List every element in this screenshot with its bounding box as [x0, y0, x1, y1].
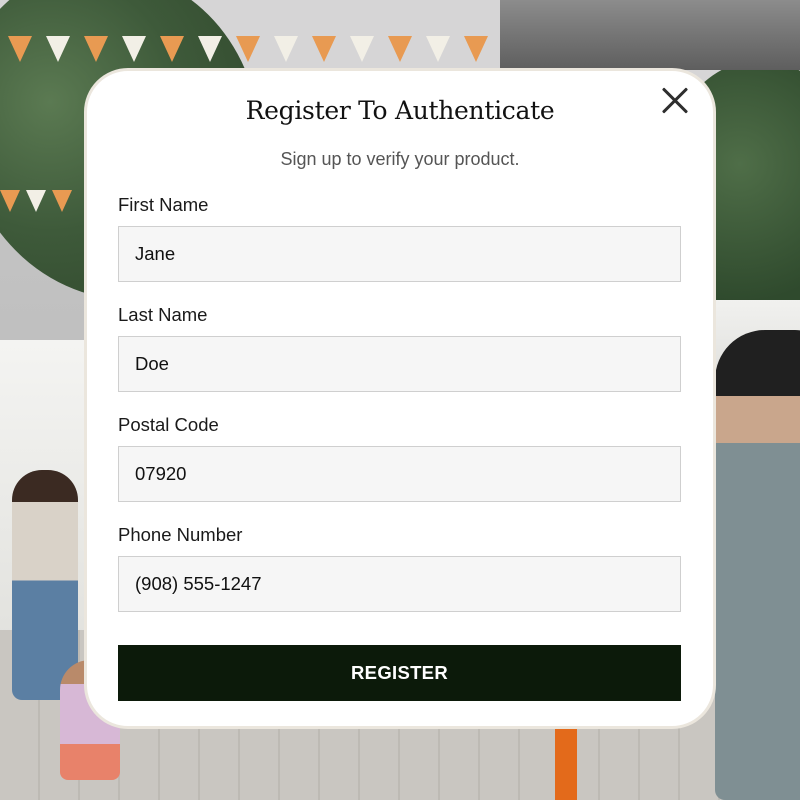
modal-subtitle: Sign up to verify your product.: [280, 149, 520, 169]
register-modal: Register To Authenticate Sign up to veri…: [84, 68, 716, 729]
background-pole: [555, 720, 577, 800]
first-name-field[interactable]: [118, 226, 681, 282]
bunting-flags-lower: [0, 190, 90, 230]
last-name-label: Last Name: [118, 304, 208, 325]
phone-number-label: Phone Number: [118, 524, 243, 545]
phone-number-field[interactable]: [118, 556, 681, 612]
first-name-label: First Name: [118, 194, 209, 215]
postal-code-label: Postal Code: [118, 414, 219, 435]
modal-title: Register To Authenticate: [245, 96, 555, 125]
postal-code-field[interactable]: [118, 446, 681, 502]
register-button[interactable]: REGISTER: [118, 645, 681, 701]
last-name-field[interactable]: [118, 336, 681, 392]
background-person-right: [715, 330, 800, 800]
background-person: [12, 470, 78, 700]
